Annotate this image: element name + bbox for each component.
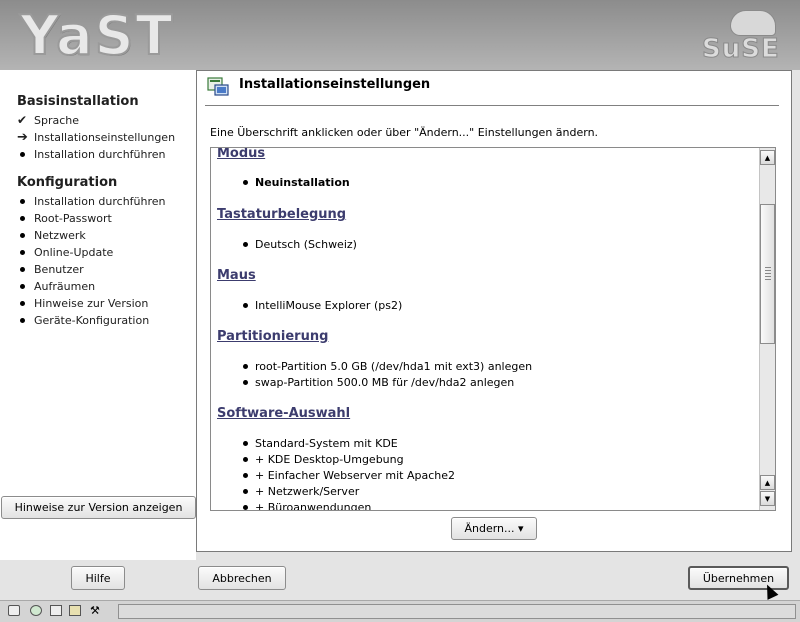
triangle-down-icon: ▼ — [764, 494, 771, 503]
bullet-icon — [243, 242, 248, 247]
bullet-icon — [243, 457, 248, 462]
header-banner: YaST SuSE — [0, 0, 800, 70]
step-label: Netzwerk — [34, 228, 86, 242]
status-bar: ⚒ — [0, 600, 800, 622]
step-config-installation: Installation durchführen — [17, 193, 166, 209]
step-benutzer: Benutzer — [17, 261, 84, 277]
arrow-right-icon: ➔ — [17, 129, 28, 145]
bullet-icon — [20, 232, 25, 238]
section-link-maus[interactable]: Maus — [217, 268, 256, 283]
vertical-scrollbar[interactable]: ▲ ▲ ▼ — [759, 148, 775, 510]
bullet-icon — [20, 300, 25, 306]
settings-summary-content: Modus Neuinstallation Tastaturbelegung D… — [211, 148, 757, 510]
section-title-konfiguration: Konfiguration — [17, 175, 118, 190]
list-item: root-Partition 5.0 GB (/dev/hda1 mit ext… — [243, 360, 532, 373]
step-aufraeumen: Aufräumen — [17, 278, 95, 294]
scroll-thumb[interactable] — [760, 204, 775, 344]
step-hinweise-zur-version: Hinweise zur Version — [17, 295, 148, 311]
bullet-icon — [243, 473, 248, 478]
bullet-icon — [243, 380, 248, 385]
bullet-icon — [243, 505, 248, 510]
bullet-icon — [20, 198, 25, 204]
step-geraete-konfiguration: Geräte-Konfiguration — [17, 312, 149, 328]
list-item: Neuinstallation — [243, 176, 350, 189]
step-label: Installationseinstellungen — [34, 130, 176, 144]
step-label: Benutzer — [34, 262, 84, 276]
title-separator — [205, 105, 779, 106]
bullet-icon — [20, 317, 25, 323]
step-netzwerk: Netzwerk — [17, 227, 86, 243]
scroll-down-button[interactable]: ▼ — [760, 491, 775, 506]
step-label: Aufräumen — [34, 279, 96, 293]
window-icon[interactable] — [50, 605, 62, 616]
list-item: + Büroanwendungen — [243, 501, 371, 510]
steps-sidebar: Basisinstallation ✔ Sprache ➔ Installati… — [0, 70, 196, 560]
scroll-up-button-bottom[interactable]: ▲ — [760, 475, 775, 490]
bullet-icon — [243, 364, 248, 369]
section-link-modus[interactable]: Modus — [217, 148, 265, 161]
step-label: Online-Update — [34, 245, 114, 259]
change-button[interactable]: Ändern... ▾ — [451, 517, 537, 540]
list-item: + KDE Desktop-Umgebung — [243, 453, 404, 466]
main-panel: Installationseinstellungen Eine Überschr… — [196, 70, 792, 552]
yast-logo: YaST — [19, 4, 175, 67]
installation-settings-icon — [207, 77, 229, 96]
checkmark-icon: ✔ — [17, 113, 28, 127]
release-notes-button[interactable]: Hinweise zur Version anzeigen — [1, 496, 196, 519]
step-label: Sprache — [34, 113, 80, 127]
step-online-update: Online-Update — [17, 244, 113, 260]
list-item: swap-Partition 500.0 MB für /dev/hda2 an… — [243, 376, 514, 389]
section-title-basisinstallation: Basisinstallation — [17, 94, 139, 109]
list-item: IntelliMouse Explorer (ps2) — [243, 299, 402, 312]
triangle-up-icon: ▲ — [764, 153, 771, 162]
scroll-up-button[interactable]: ▲ — [760, 150, 775, 165]
bullet-icon — [20, 151, 25, 157]
suse-logo: SuSE — [702, 34, 780, 65]
bullet-icon — [243, 180, 248, 185]
step-sprache: ✔ Sprache — [17, 112, 79, 128]
bullet-icon — [20, 215, 25, 221]
step-label: Geräte-Konfiguration — [34, 313, 150, 327]
status-field — [118, 604, 796, 619]
section-link-tastaturbelegung[interactable]: Tastaturbelegung — [217, 207, 346, 222]
network-icon[interactable] — [30, 605, 42, 616]
bullet-icon — [20, 266, 25, 272]
step-label: Installation durchführen — [34, 194, 166, 208]
help-button[interactable]: Hilfe — [71, 566, 125, 590]
list-item: + Netzwerk/Server — [243, 485, 359, 498]
cancel-button[interactable]: Abbrechen — [198, 566, 286, 590]
step-label: Hinweise zur Version — [34, 296, 149, 310]
page-title: Installationseinstellungen — [239, 77, 431, 92]
bullet-icon — [243, 489, 248, 494]
bullet-icon — [243, 303, 248, 308]
step-label: Installation durchführen — [34, 147, 166, 161]
list-item: Standard-System mit KDE — [243, 437, 398, 450]
bullet-icon — [20, 249, 25, 255]
triangle-up-icon: ▲ — [764, 478, 771, 487]
bullet-icon — [243, 441, 248, 446]
list-item: + Einfacher Webserver mit Apache2 — [243, 469, 455, 482]
tools-icon[interactable]: ⚒ — [90, 605, 102, 616]
instruction-text: Eine Überschrift anklicken oder über "Än… — [210, 126, 599, 139]
settings-summary: Modus Neuinstallation Tastaturbelegung D… — [210, 147, 776, 511]
section-link-software-auswahl[interactable]: Software-Auswahl — [217, 406, 350, 421]
step-label: Root-Passwort — [34, 211, 112, 225]
bullet-icon — [20, 283, 25, 289]
list-item: Deutsch (Schweiz) — [243, 238, 357, 251]
step-root-passwort: Root-Passwort — [17, 210, 112, 226]
keyboard-icon[interactable] — [8, 605, 20, 616]
section-link-partitionierung[interactable]: Partitionierung — [217, 329, 328, 344]
step-installationseinstellungen: ➔ Installationseinstellungen — [17, 129, 175, 145]
folder-icon[interactable] — [69, 605, 81, 616]
suse-chameleon-icon — [730, 10, 776, 36]
step-installation-durchfuehren: Installation durchführen — [17, 146, 166, 162]
